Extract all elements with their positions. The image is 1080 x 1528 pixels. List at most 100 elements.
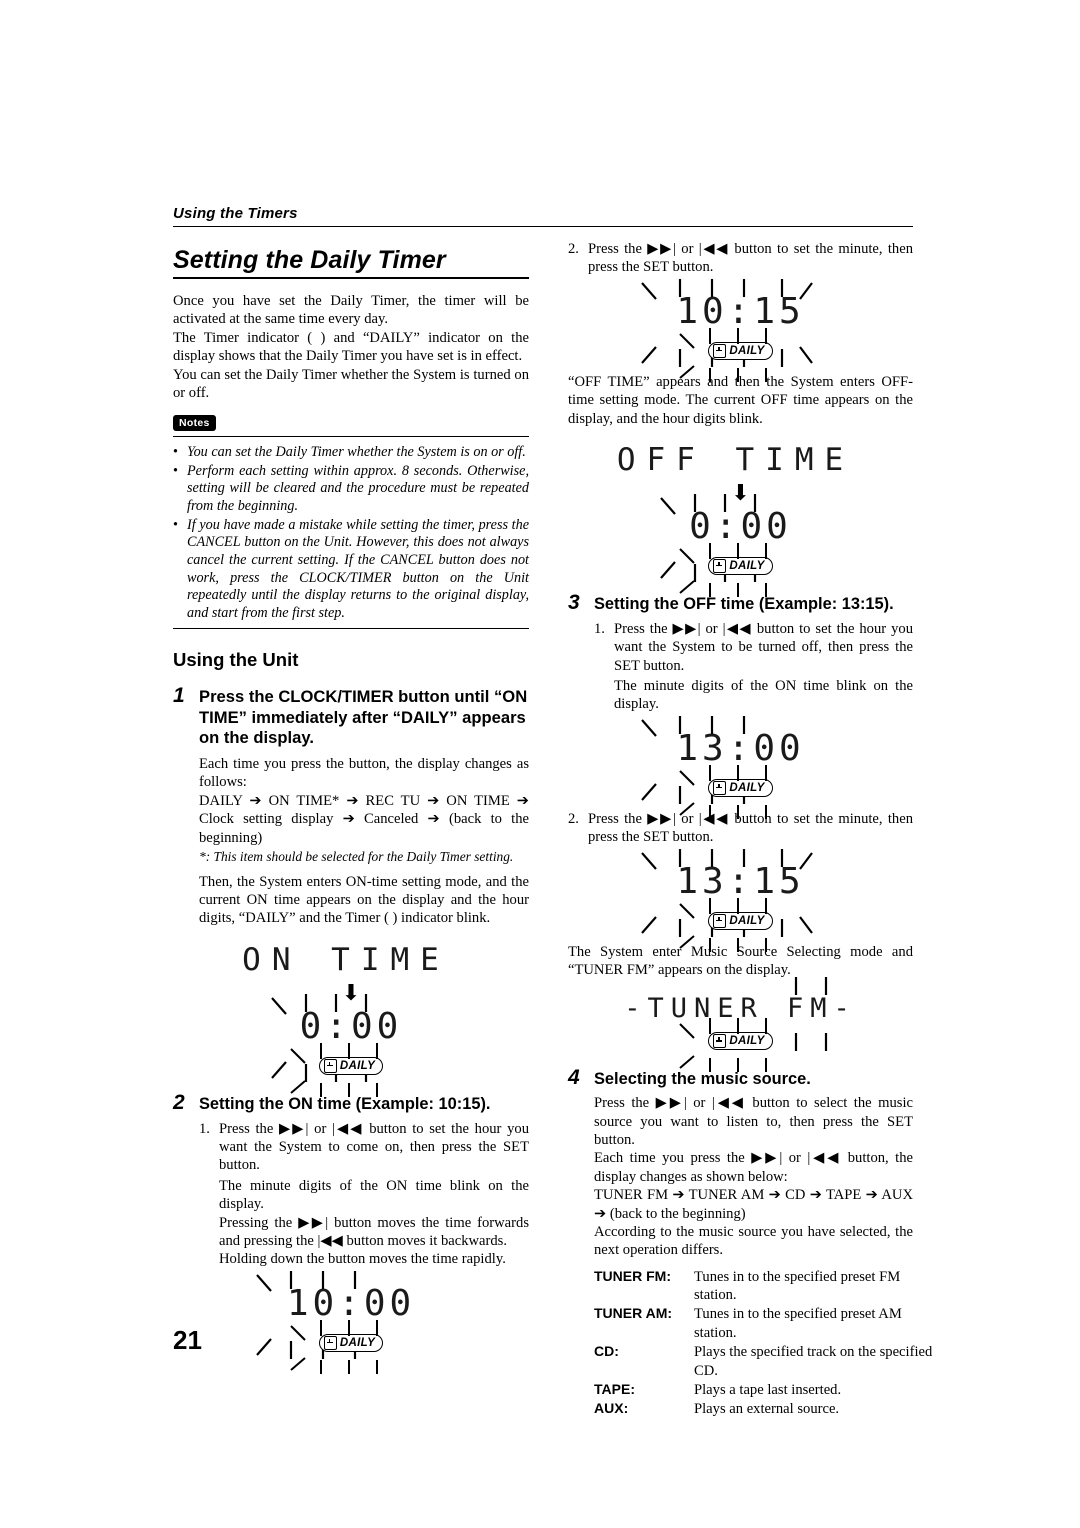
daily-indicator-7-wrap: DAILY <box>679 1018 773 1073</box>
arrow-down-icon: ⬇ <box>731 479 750 505</box>
source-key-sep: : <box>614 1343 619 1360</box>
daily-indicator-1-wrap: DAILY <box>290 1042 384 1097</box>
timer-clock-icon <box>713 558 727 573</box>
running-head-text: Using the Timers <box>173 205 298 222</box>
left-column: Setting the Daily Timer Once you have se… <box>173 238 529 1374</box>
step-2-paragraph-c: Holding down the button moves the time r… <box>219 1251 506 1268</box>
step-4-source-chain: TUNER FM ➔ TUNER AM ➔ CD ➔ TAPE ➔ AUX ➔ … <box>594 1187 913 1222</box>
lcd-13-15-wrap: 13:15 <box>641 848 814 937</box>
music-source-table: TUNER FM: Tunes in to the specified pres… <box>594 1268 939 1420</box>
notes-rule-top <box>173 436 529 438</box>
source-key: TAPE: <box>594 1381 694 1400</box>
step-1-paragraph-1: Each time you press the button, the disp… <box>199 756 529 791</box>
daily-indicator-7-label: DAILY <box>729 1035 765 1048</box>
lcd-13-00-wrap: 13:00 <box>641 715 805 804</box>
lcd-13-00-block: 13:00 DAILY <box>568 715 913 819</box>
lcd-on-time-word-block: ON TIME ⬇ 0:00 DAILY <box>173 942 529 1097</box>
source-key-text: TUNER AM <box>594 1305 668 1322</box>
step-3-number: 3 <box>568 590 580 614</box>
step-3-substep-list-1: 1. Press the ▶▶| or |◀◀ button to set th… <box>594 620 913 675</box>
running-head: Using the Timers <box>173 205 913 227</box>
daily-indicator-5: DAILY <box>708 778 773 797</box>
lcd-off-time-word: OFF TIME <box>616 441 855 478</box>
notes-block: Notes You can set the Daily Timer whethe… <box>173 414 529 630</box>
source-key-sep: : <box>667 1305 673 1322</box>
lcd-tuner-fm-wrap: -TUNER FM- <box>624 977 857 1052</box>
notes-list: You can set the Daily Timer whether the … <box>173 444 529 622</box>
timer-clock-icon <box>713 343 727 358</box>
step-3-substep-2: 2. Press the ▶▶| or |◀◀ button to set th… <box>568 810 913 847</box>
arrow-down-icon: ⬇ <box>341 979 361 1005</box>
step-2-substep-1-text: Press the ▶▶| or |◀◀ button to set the h… <box>219 1120 529 1174</box>
source-key-text: TUNER FM <box>594 1267 667 1284</box>
lcd-10-15-block: 10:15 DAILY <box>568 278 913 382</box>
timer-clock-icon <box>323 1058 337 1073</box>
table-row: TUNER FM: Tunes in to the specified pres… <box>594 1268 939 1306</box>
step-1-number: 1 <box>173 684 185 708</box>
step-1-footnote: *: This item should be selected for the … <box>199 848 514 864</box>
intro-paragraph-2: The Timer indicator ( ) and “DAILY” indi… <box>173 329 529 366</box>
timer-clock-icon <box>713 913 727 928</box>
timer-clock-icon <box>713 1034 727 1049</box>
page-title: Setting the Daily Timer <box>173 246 446 274</box>
lcd-on-time-digits-wrap: 0:00 <box>270 993 403 1082</box>
lcd-10-00-block: 10:00 DAILY <box>173 1270 529 1374</box>
step-3-substep-list-2: 2. Press the ▶▶| or |◀◀ button to set th… <box>568 810 913 847</box>
lcd-10-15-wrap: 10:15 <box>641 278 814 367</box>
manual-page: Using the Timers Setting the Daily Timer… <box>0 0 1080 1528</box>
daily-indicator-5-wrap: DAILY <box>679 764 773 819</box>
notes-badge: Notes <box>173 415 216 432</box>
section-heading-using-the-unit: Using the Unit <box>173 649 299 671</box>
daily-indicator-2-label: DAILY <box>339 1336 376 1349</box>
page-title-rule <box>173 277 529 279</box>
right-top-substep-list: 2. Press the ▶▶| or |◀◀ button to set th… <box>568 240 913 277</box>
daily-indicator-4: DAILY <box>708 556 773 575</box>
step-1: 1 Press the CLOCK/TIMER button until “ON… <box>173 684 529 927</box>
source-desc: Plays the specified track on the specifi… <box>694 1344 933 1379</box>
daily-indicator-4-wrap: DAILY <box>679 542 773 597</box>
right-top-substep-marker: 2. <box>568 241 579 257</box>
daily-indicator-7: DAILY <box>708 1032 773 1051</box>
lcd-13-00-digits: 13:00 <box>676 727 805 769</box>
lcd-tuner-fm-text: -TUNER FM- <box>624 993 857 1025</box>
source-key-text: CD <box>594 1343 615 1360</box>
table-row: TAPE: Plays a tape last inserted. <box>594 1381 939 1400</box>
table-row: TUNER AM: Tunes in to the specified pres… <box>594 1305 939 1343</box>
step-2-title: Setting the ON time (Example: 10:15). <box>199 1094 491 1113</box>
intro-paragraph-3: You can set the Daily Timer whether the … <box>173 366 529 401</box>
source-key-sep: : <box>630 1380 635 1397</box>
step-3-title: Setting the OFF time (Example: 13:15). <box>594 594 894 613</box>
step-2-paragraph-b: Pressing the ▶▶| button moves the time f… <box>219 1214 529 1249</box>
step-3-substep-1-text: Press the ▶▶| or |◀◀ button to set the h… <box>614 620 913 674</box>
running-head-rule <box>173 226 913 227</box>
step-2: 2 Setting the ON time (Example: 10:15). … <box>173 1090 529 1269</box>
step-2-paragraph-a: The minute digits of the ON time blink o… <box>219 1177 529 1213</box>
right-top-substep-text: Press the ▶▶| or |◀◀ button to set the m… <box>588 241 913 276</box>
step-1-paragraph-2: Then, the System enters ON-time setting … <box>199 873 529 927</box>
daily-indicator-1: DAILY <box>318 1056 384 1075</box>
source-desc: Tunes in to the specified preset FM stat… <box>694 1268 901 1304</box>
daily-indicator-2: DAILY <box>318 1333 384 1352</box>
step-3-substep-2-text: Press the ▶▶| or |◀◀ button to set the m… <box>588 810 913 846</box>
step-2-substep-1: 1. Press the ▶▶| or |◀◀ button to set th… <box>199 1120 529 1175</box>
note-item: You can set the Daily Timer whether the … <box>173 444 529 462</box>
lcd-13-15-block: 13:15 DAILY <box>568 848 913 952</box>
lcd-on-time-digits: 0:00 <box>299 1005 403 1047</box>
source-desc: Plays an external source. <box>694 1401 840 1418</box>
lcd-on-time-word: ON TIME <box>242 941 450 978</box>
right-column: 2. Press the ▶▶| or |◀◀ button to set th… <box>568 238 932 1420</box>
intro-paragraph-1: Once you have set the Daily Timer, the t… <box>173 293 529 328</box>
step-2-number: 2 <box>173 1090 185 1114</box>
source-key-text: AUX <box>594 1400 624 1417</box>
step-4: 4 Selecting the music source. Press the … <box>568 1066 932 1419</box>
step-4-title: Selecting the music source. <box>594 1070 811 1089</box>
off-time-paragraph: “OFF TIME” appears and then the System e… <box>568 373 913 427</box>
step-4-paragraph-2: Each time you press the ▶▶| or |◀◀ butto… <box>594 1150 913 1185</box>
step-3-substep-2-marker: 2. <box>568 810 579 827</box>
daily-indicator-3: DAILY <box>708 341 773 360</box>
step-3-substep-1-marker: 1. <box>594 620 605 637</box>
step-4-paragraph-3: According to the music source you have s… <box>594 1223 913 1259</box>
source-key-text: TAPE <box>594 1380 631 1397</box>
source-key: TUNER FM: <box>594 1268 694 1306</box>
tuner-fm-paragraph: The System enter Music Source Selecting … <box>568 943 913 978</box>
